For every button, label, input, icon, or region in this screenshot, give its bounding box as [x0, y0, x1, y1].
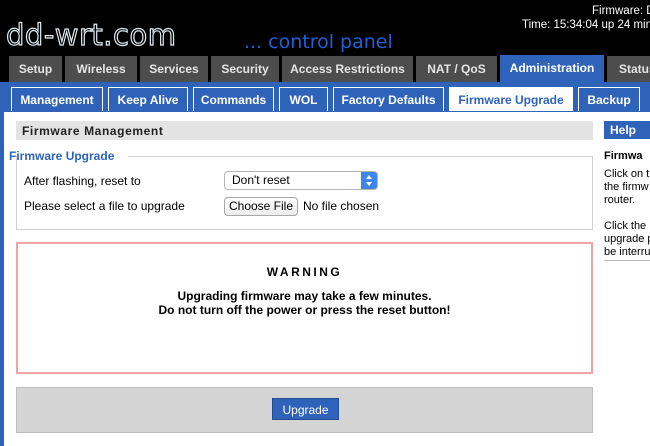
main-tabs: Setup Wireless Services Security Access …	[0, 55, 650, 82]
warning-line-1: Upgrading firmware may take a few minute…	[177, 289, 432, 303]
reset-label: After flashing, reset to	[24, 174, 141, 188]
fieldset-divider	[128, 156, 593, 157]
help-text-line: the firmw	[604, 181, 649, 193]
help-title: Help	[604, 121, 650, 139]
tab-security[interactable]: Security	[211, 56, 279, 82]
reset-select[interactable]: Don't reset	[224, 171, 378, 190]
tab-setup[interactable]: Setup	[9, 56, 62, 82]
system-info: Firmware: D Time: 15:34:04 up 24 min	[505, 4, 650, 32]
fieldset-legend: Firmware Upgrade	[9, 149, 115, 163]
tab-status[interactable]: Status	[607, 56, 650, 82]
help-text-line: Click the	[604, 220, 647, 232]
help-text-line: Click on t	[604, 168, 650, 180]
section-title: Firmware Management	[16, 120, 593, 140]
header: dd-wrt.com ... control panel Firmware: D…	[0, 0, 650, 57]
firmware-info: Firmware: D	[592, 5, 650, 17]
subtab-management[interactable]: Management	[11, 87, 103, 111]
help-subtitle: Firmwa	[604, 150, 643, 162]
warning-line-2: Do not turn off the power or press the r…	[158, 303, 451, 317]
help-divider	[604, 260, 650, 261]
subtab-factory-defaults[interactable]: Factory Defaults	[333, 87, 444, 111]
tagline: ... control panel	[244, 31, 393, 53]
submit-footer: Upgrade	[16, 387, 593, 433]
logo: dd-wrt.com	[5, 17, 177, 52]
fieldset-box	[16, 156, 593, 230]
file-label: Please select a file to upgrade	[24, 199, 185, 213]
upgrade-button[interactable]: Upgrade	[272, 398, 339, 420]
subtab-wol[interactable]: WOL	[279, 87, 328, 111]
subtab-commands[interactable]: Commands	[193, 87, 274, 111]
tab-wireless[interactable]: Wireless	[65, 56, 137, 82]
subtab-keep-alive[interactable]: Keep Alive	[108, 87, 188, 111]
reset-select-value: Don't reset	[232, 173, 290, 187]
help-text-line: be interru	[604, 246, 650, 258]
left-border	[0, 112, 4, 446]
help-text-line: router.	[604, 194, 636, 206]
warning-title: WARNING	[266, 265, 343, 279]
tab-access-restrictions[interactable]: Access Restrictions	[282, 56, 413, 82]
choose-file-button[interactable]: Choose File	[224, 197, 298, 216]
file-status: No file chosen	[303, 199, 380, 213]
chevron-updown-icon	[361, 172, 377, 189]
help-text-line: upgrade p	[604, 233, 650, 245]
tab-nat-qos[interactable]: NAT / QoS	[416, 56, 497, 82]
tab-services[interactable]: Services	[140, 56, 208, 82]
sub-tabs: Management Keep Alive Commands WOL Facto…	[0, 82, 650, 112]
warning-box: WARNING Upgrading firmware may take a fe…	[16, 242, 593, 374]
tab-administration[interactable]: Administration	[500, 55, 604, 82]
uptime-info: Time: 15:34:04 up 24 min	[522, 19, 650, 31]
subtab-backup[interactable]: Backup	[578, 87, 640, 111]
subtab-firmware-upgrade[interactable]: Firmware Upgrade	[449, 87, 573, 111]
